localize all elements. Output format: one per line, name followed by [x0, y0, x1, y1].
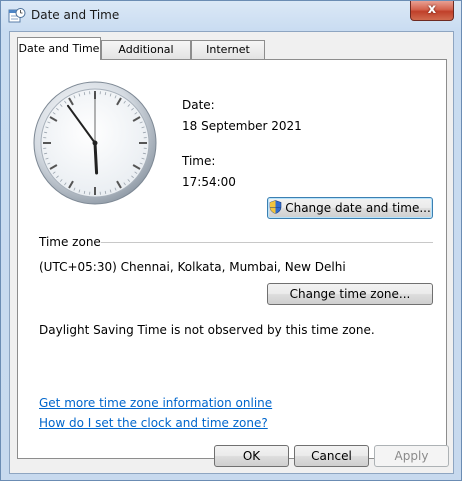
dialog-client-area: Date and Time Additional Clocks Internet… — [9, 31, 454, 474]
change-time-zone-button[interactable]: Change time zone... — [267, 283, 433, 305]
tab-additional-clocks[interactable]: Additional Clocks — [101, 40, 191, 74]
dst-note: Daylight Saving Time is not observed by … — [39, 323, 375, 337]
hour-hand — [93, 141, 99, 175]
close-button[interactable]: x — [410, 1, 454, 21]
title-bar[interactable]: Date and Time x — [1, 1, 461, 31]
time-zone-divider — [101, 242, 433, 243]
time-zone-heading: Time zone — [39, 235, 101, 249]
change-date-time-button[interactable]: Change date and time... — [267, 197, 433, 219]
clock-center-pin — [92, 140, 98, 146]
change-time-zone-label: Change time zone... — [289, 287, 411, 301]
ok-button[interactable]: OK — [214, 445, 289, 467]
tab-label: Date and Time — [18, 42, 100, 55]
how-to-set-clock-link[interactable]: How do I set the clock and time zone? — [39, 416, 268, 430]
more-time-zone-info-link[interactable]: Get more time zone information online — [39, 396, 272, 410]
time-zone-value: (UTC+05:30) Chennai, Kolkata, Mumbai, Ne… — [39, 260, 346, 274]
window-title: Date and Time — [31, 8, 120, 22]
date-time-window: Date and Time x Date and Time Additional… — [0, 0, 462, 481]
tab-date-and-time[interactable]: Date and Time — [17, 37, 101, 60]
ok-label: OK — [242, 449, 261, 463]
cancel-button[interactable]: Cancel — [294, 445, 369, 467]
tab-internet-time[interactable]: Internet Time — [191, 40, 265, 74]
close-icon: x — [427, 2, 437, 17]
time-value: 17:54:00 — [182, 175, 236, 189]
apply-button[interactable]: Apply — [374, 445, 449, 467]
change-date-time-label: Change date and time... — [285, 201, 431, 215]
tab-panel-date-and-time: Date: 18 September 2021 Time: 17:54:00 C… — [17, 59, 447, 459]
cancel-label: Cancel — [311, 449, 352, 463]
date-time-app-icon — [8, 8, 26, 23]
analog-clock — [33, 81, 157, 205]
time-label: Time: — [182, 154, 216, 168]
date-value: 18 September 2021 — [182, 119, 302, 133]
date-label: Date: — [182, 98, 215, 112]
uac-shield-icon — [269, 200, 282, 214]
apply-label: Apply — [394, 449, 429, 463]
